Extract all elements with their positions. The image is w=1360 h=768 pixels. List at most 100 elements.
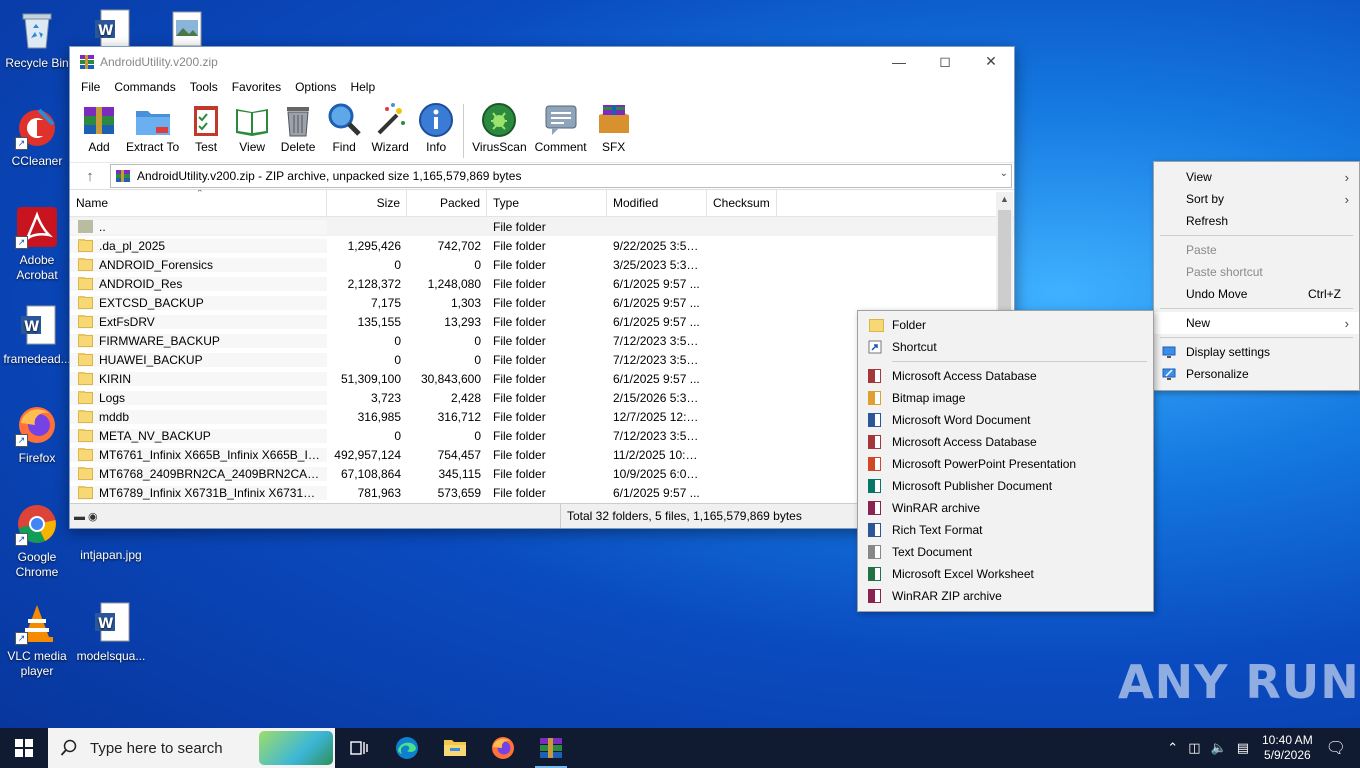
menu-item-personalize[interactable]: Personalize — [1154, 363, 1359, 385]
new-document-item[interactable]: Text Document — [858, 541, 1153, 563]
system-tray: ⌃ ◫ 🔈 ▤ 10:40 AM 5/9/2026 🗨 — [1162, 728, 1360, 768]
wizard-label: Wizard — [371, 140, 409, 154]
column-size[interactable]: Size — [327, 190, 407, 216]
test-button[interactable]: Test — [187, 98, 225, 154]
add-label: Add — [88, 140, 110, 154]
menu-item-view[interactable]: View › — [1154, 166, 1359, 188]
close-button[interactable]: ✕ — [968, 47, 1014, 76]
network-icon[interactable]: ◫ — [1188, 740, 1200, 756]
new-document-item[interactable]: Microsoft Access Database — [858, 365, 1153, 387]
notification-icon[interactable]: 🗨 — [1326, 738, 1346, 758]
desktop-icon-modelsqua[interactable]: W modelsqua... — [74, 601, 148, 664]
language-icon[interactable]: ▤ — [1237, 740, 1249, 756]
document-type-icon — [868, 391, 881, 405]
taskbar-edge[interactable] — [383, 728, 431, 768]
add-button[interactable]: Add — [80, 98, 118, 154]
desktop-icon-ccleaner[interactable]: ↗ CCleaner — [0, 106, 74, 169]
menu-item-display-settings[interactable]: Display settings — [1154, 341, 1359, 363]
archive-path-field[interactable]: AndroidUtility.v200.zip - ZIP archive, u… — [110, 164, 1012, 188]
new-document-item[interactable]: Microsoft PowerPoint Presentation — [858, 453, 1153, 475]
menu-item-paste[interactable]: Paste — [1154, 239, 1359, 261]
column-checksum[interactable]: Checksum — [707, 190, 777, 216]
extract-to-button[interactable]: Extract To — [126, 98, 179, 154]
info-button[interactable]: Info — [417, 98, 455, 154]
delete-button[interactable]: Delete — [279, 98, 317, 154]
adobe-acrobat-icon: ↗ — [15, 205, 59, 249]
cell-type: File folder — [493, 409, 546, 424]
menu-item-undo-move[interactable]: Undo Move Ctrl+Z — [1154, 283, 1359, 305]
new-shortcut-item[interactable]: Shortcut — [858, 336, 1153, 358]
new-document-item[interactable]: WinRAR ZIP archive — [858, 585, 1153, 607]
menu-favorites[interactable]: Favorites — [225, 80, 288, 94]
menu-item-sort-by[interactable]: Sort by › — [1154, 188, 1359, 210]
cell-name: KIRIN — [70, 371, 327, 386]
title-bar[interactable]: AndroidUtility.v200.zip — ◻ ✕ — [70, 47, 1014, 76]
menu-item-new[interactable]: New › — [1154, 312, 1359, 334]
scroll-up-icon[interactable]: ▲ — [1000, 194, 1009, 204]
minimize-button[interactable]: — — [876, 47, 922, 76]
menu-item-label: Display settings — [1186, 345, 1271, 359]
chevron-up-icon[interactable]: ⌃ — [1167, 740, 1178, 756]
new-document-item[interactable]: Microsoft Access Database — [858, 431, 1153, 453]
winrar-app-icon — [540, 738, 562, 758]
comment-button[interactable]: Comment — [535, 98, 587, 154]
new-folder-item[interactable]: Folder — [858, 314, 1153, 336]
wizard-button[interactable]: Wizard — [371, 98, 409, 154]
desktop-icon-recycle-bin[interactable]: Recycle Bin — [0, 8, 74, 71]
maximize-button[interactable]: ◻ — [922, 47, 968, 76]
cell-packed: 0 — [474, 352, 481, 367]
menu-item-label: Microsoft PowerPoint Presentation — [892, 457, 1077, 471]
desktop-icon-framedead[interactable]: W framedead... — [0, 304, 74, 367]
folder-icon — [78, 276, 93, 290]
find-button[interactable]: Find — [325, 98, 363, 154]
cell-type: File folder — [493, 466, 546, 481]
desktop-icon-google-chrome[interactable]: ↗ Google Chrome — [0, 502, 74, 580]
parent-folder-row[interactable]: .. File folder — [70, 217, 1014, 236]
drive-icon[interactable]: ▬ ◉ — [74, 510, 98, 523]
column-type[interactable]: Type — [487, 190, 607, 216]
document-type-icon — [868, 567, 881, 581]
desktop-icon-adobe-acrobat[interactable]: ↗ Adobe Acrobat — [0, 205, 74, 283]
new-document-item[interactable]: Microsoft Excel Worksheet — [858, 563, 1153, 585]
cell-modified: 6/1/2025 9:57 ... — [613, 314, 700, 329]
new-document-item[interactable]: Microsoft Publisher Document — [858, 475, 1153, 497]
virusscan-button[interactable]: VirusScan — [472, 98, 527, 154]
desktop-icon-firefox[interactable]: ↗ Firefox — [0, 403, 74, 466]
taskbar-winrar[interactable] — [527, 728, 575, 768]
new-document-item[interactable]: Microsoft Word Document — [858, 409, 1153, 431]
volume-icon[interactable]: 🔈 — [1211, 740, 1227, 756]
column-packed[interactable]: Packed — [407, 190, 487, 216]
table-row[interactable]: .da_pl_2025 1,295,426 742,702 File folder 9/… — [70, 236, 1014, 255]
info-icon — [419, 103, 454, 137]
new-document-item[interactable]: Bitmap image — [858, 387, 1153, 409]
menu-commands[interactable]: Commands — [107, 80, 182, 94]
taskbar-search-box[interactable]: Type here to search — [48, 728, 335, 768]
scrollbar-thumb[interactable] — [998, 210, 1011, 312]
table-row[interactable]: ANDROID_Forensics 0 0 File folder 3/25/2023 … — [70, 255, 1014, 274]
desktop-icon-vlc[interactable]: ↗ VLC media player — [0, 601, 74, 679]
menu-help[interactable]: Help — [343, 80, 382, 94]
taskbar-file-explorer[interactable] — [431, 728, 479, 768]
view-button[interactable]: View — [233, 98, 271, 154]
menu-item-paste-shortcut[interactable]: Paste shortcut — [1154, 261, 1359, 283]
view-label: View — [239, 140, 266, 154]
chevron-down-icon[interactable]: ⌄ — [1000, 168, 1008, 179]
column-modified[interactable]: Modified — [607, 190, 707, 216]
menu-tools[interactable]: Tools — [183, 80, 225, 94]
new-document-item[interactable]: WinRAR archive — [858, 497, 1153, 519]
taskbar-firefox[interactable] — [479, 728, 527, 768]
menu-options[interactable]: Options — [288, 80, 343, 94]
winrar-app-icon — [80, 54, 94, 69]
clock[interactable]: 10:40 AM 5/9/2026 — [1262, 733, 1313, 763]
menu-file[interactable]: File — [74, 80, 107, 94]
start-button[interactable] — [0, 728, 48, 768]
sfx-button[interactable]: SFX — [595, 98, 633, 154]
up-arrow-icon[interactable]: ↑ — [70, 168, 110, 185]
table-row[interactable]: ANDROID_Res 2,128,372 1,248,080 File folder… — [70, 274, 1014, 293]
cell-name-text: MT6789_Infinix X6731B_Infinix X6731B_INF… — [99, 485, 321, 500]
cell-packed: 1,303 — [450, 295, 481, 310]
menu-item-label: Paste shortcut — [1186, 265, 1263, 279]
task-view-button[interactable] — [335, 728, 383, 768]
menu-item-refresh[interactable]: Refresh — [1154, 210, 1359, 232]
new-document-item[interactable]: Rich Text Format — [858, 519, 1153, 541]
